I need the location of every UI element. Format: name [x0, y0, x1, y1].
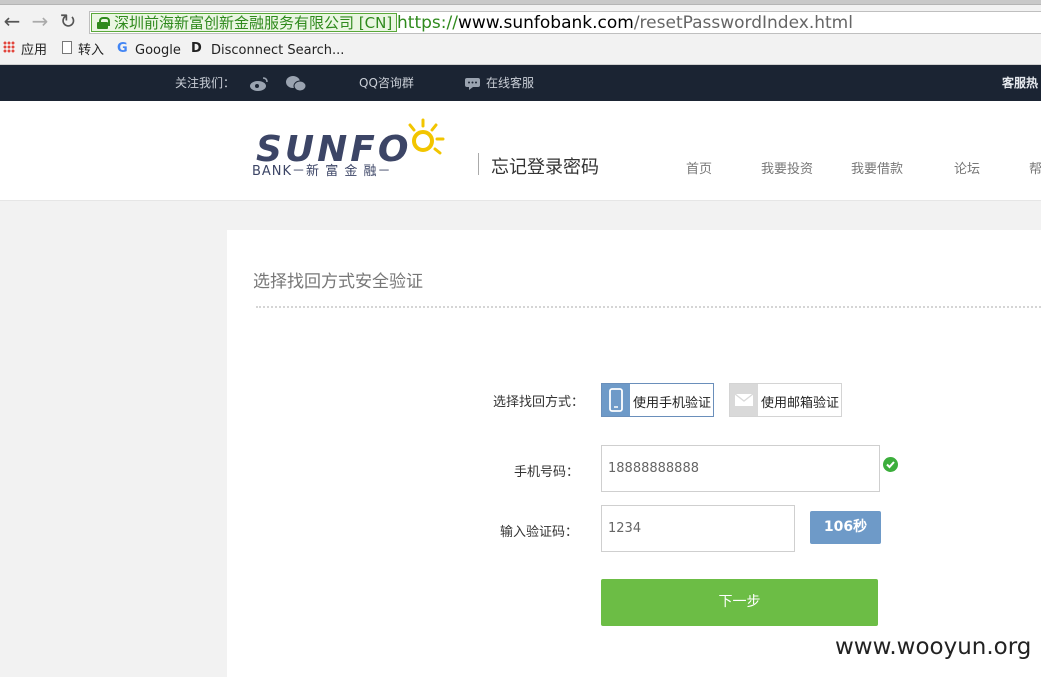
- form-title: 选择找回方式安全验证: [253, 272, 423, 292]
- browser-toolbar: ← → ↻ 深圳前海新富创新金融服务有限公司 [CN] https://www.…: [0, 5, 1041, 38]
- phone-icon: [602, 384, 630, 416]
- page-icon: [62, 41, 72, 54]
- url-host: www.sunfobank.com: [457, 13, 634, 33]
- ev-certificate-badge[interactable]: 深圳前海新富创新金融服务有限公司 [CN]: [91, 13, 398, 32]
- check-icon: [883, 457, 898, 472]
- site-header: SUNFO BANK－新 富 金 融－ 忘记登录密码 首页 我要投资 我要借款 …: [0, 101, 1041, 201]
- phone-input[interactable]: 18888888888: [601, 445, 880, 492]
- nav-invest[interactable]: 我要投资: [761, 158, 813, 177]
- page-heading: 忘记登录密码: [491, 157, 599, 178]
- envelope-icon: [730, 384, 758, 416]
- header-divider: [478, 153, 479, 175]
- weibo-icon[interactable]: [249, 76, 269, 92]
- url-scheme: https://: [397, 13, 458, 33]
- phone-verify-button[interactable]: 使用手机验证: [601, 383, 714, 417]
- reload-icon[interactable]: ↻: [57, 10, 79, 32]
- phone-verify-label: 使用手机验证: [633, 396, 712, 411]
- watermark: www.wooyun.org: [835, 634, 1032, 660]
- verification-code-input[interactable]: 1234: [601, 505, 795, 552]
- forward-arrow-icon[interactable]: →: [29, 10, 51, 32]
- title-divider: [256, 306, 1041, 308]
- address-bar[interactable]: 深圳前海新富创新金融服务有限公司 [CN] https://www.sunfob…: [89, 11, 1041, 34]
- email-verify-button[interactable]: 使用邮箱验证: [729, 383, 842, 417]
- online-service-link[interactable]: 在线客服: [486, 75, 534, 91]
- google-icon: G: [117, 41, 128, 56]
- nav-home[interactable]: 首页: [686, 158, 712, 177]
- bookmark-transfer[interactable]: 转入: [78, 42, 104, 60]
- nav-forum[interactable]: 论坛: [954, 158, 980, 177]
- code-label: 输入验证码：: [500, 525, 579, 540]
- disconnect-icon: D: [191, 41, 202, 56]
- email-verify-label: 使用邮箱验证: [761, 396, 840, 411]
- hotline-label: 客服热: [1002, 76, 1039, 90]
- ev-company-name: 深圳前海新富创新金融服务有限公司 [CN]: [114, 14, 393, 32]
- sunfo-logo[interactable]: SUNFO BANK－新 富 金 融－: [252, 115, 447, 181]
- sun-logo-icon: [408, 118, 445, 155]
- resend-countdown-button[interactable]: 106秒: [810, 511, 881, 544]
- back-arrow-icon[interactable]: ←: [1, 10, 23, 32]
- lock-icon: [97, 17, 110, 29]
- next-step-button[interactable]: 下一步: [601, 579, 878, 626]
- url-path: /resetPasswordIndex.html: [633, 13, 853, 33]
- url-text[interactable]: https://www.sunfobank.com/resetPasswordI…: [397, 13, 853, 33]
- nav-help[interactable]: 帮: [1029, 158, 1041, 177]
- site-topbar: 关注我们： QQ咨询群 在线客服 客服热: [0, 65, 1041, 101]
- method-label: 选择找回方式：: [493, 395, 585, 410]
- bookmark-google[interactable]: Google: [135, 42, 181, 60]
- logo-subtitle: BANK－新 富 金 融－: [252, 164, 392, 179]
- phone-label: 手机号码：: [514, 465, 580, 480]
- qq-group-link[interactable]: QQ咨询群: [359, 75, 414, 91]
- nav-borrow[interactable]: 我要借款: [851, 158, 903, 177]
- bookmarks-bar: 应用 转入 G Google D Disconnect Search...: [0, 38, 1041, 65]
- bookmark-apps[interactable]: 应用: [21, 42, 47, 60]
- bookmark-disconnect[interactable]: Disconnect Search...: [211, 42, 344, 60]
- apps-grid-icon: [3, 41, 15, 53]
- wechat-icon[interactable]: [285, 75, 307, 93]
- follow-us-label: 关注我们：: [175, 76, 236, 90]
- chat-bubble-icon: [465, 78, 480, 90]
